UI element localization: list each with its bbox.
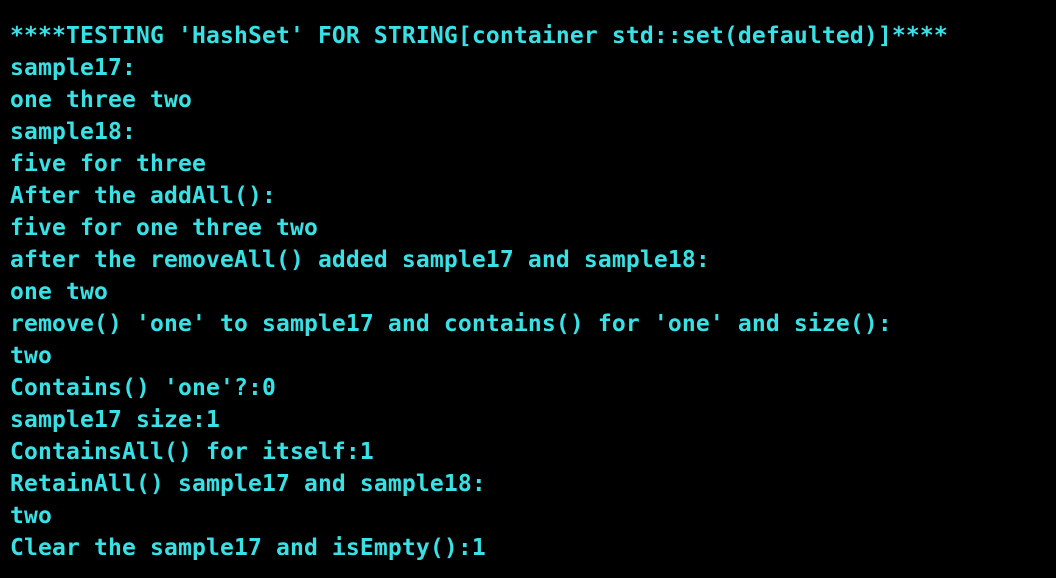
terminal-line: one three two: [10, 87, 192, 113]
terminal-line: sample18:: [10, 119, 136, 145]
terminal-line: Contains() 'one'?:0: [10, 375, 276, 401]
terminal-line: ContainsAll() for itself:1: [10, 439, 374, 465]
terminal-line: sample17 size:1: [10, 407, 220, 433]
terminal-line: After the addAll():: [10, 183, 276, 209]
terminal-line: RetainAll() sample17 and sample18:: [10, 471, 486, 497]
terminal-line-header: ****TESTING 'HashSet' FOR STRING[contain…: [10, 23, 948, 49]
terminal-line: five for one three two: [10, 215, 318, 241]
terminal-output[interactable]: ****TESTING 'HashSet' FOR STRING[contain…: [0, 0, 1056, 578]
terminal-line: one two: [10, 279, 108, 305]
terminal-line: two: [10, 503, 52, 529]
terminal-line: after the removeAll() added sample17 and…: [10, 247, 710, 273]
terminal-line: remove() 'one' to sample17 and contains(…: [10, 311, 892, 337]
terminal-line: five for three: [10, 151, 206, 177]
terminal-line: sample17:: [10, 55, 136, 81]
terminal-line: two: [10, 343, 52, 369]
terminal-line: Clear the sample17 and isEmpty():1: [10, 535, 486, 561]
